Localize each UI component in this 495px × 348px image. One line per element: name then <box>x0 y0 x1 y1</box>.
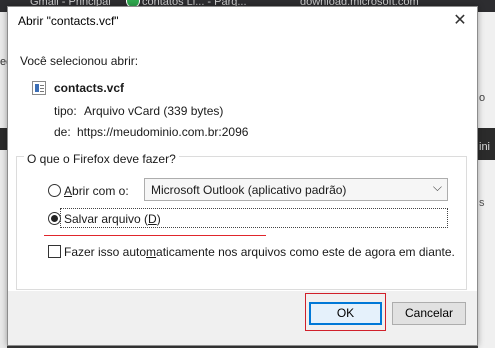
chevron-down-icon: ⌵ <box>432 180 442 194</box>
dialog-titlebar[interactable]: Abrir "contacts.vcf" ✕ <box>8 7 477 35</box>
cancel-button[interactable]: Cancelar <box>392 302 466 325</box>
red-annotation-underline <box>44 235 266 236</box>
from-label: de: <box>54 125 71 139</box>
application-select-value: Microsoft Outlook (aplicativo padrão) <box>151 183 347 197</box>
remember-after: aticamente nos arquivos como este de ago… <box>156 245 455 259</box>
save-file-suffix: ) <box>156 212 161 226</box>
background-right-text-1: o <box>479 92 486 104</box>
background-right-text-2: ini <box>479 141 491 153</box>
open-with-accel: A <box>64 184 73 198</box>
save-file-text: Salvar arquivo ( <box>64 212 149 226</box>
background-left-dark-band <box>0 128 7 150</box>
save-file-accel: D <box>148 212 157 226</box>
background-right-edge <box>478 12 495 348</box>
remember-choice-checkbox[interactable] <box>48 245 61 258</box>
open-with-label-rest: brir com o: <box>72 184 129 198</box>
save-file-label[interactable]: Salvar arquivo (D) <box>64 212 161 226</box>
close-button[interactable]: ✕ <box>443 7 477 35</box>
open-with-label[interactable]: Abrir com o: <box>64 184 129 198</box>
ok-button[interactable]: OK <box>309 302 382 325</box>
remember-before: Fazer isso auto <box>64 245 147 259</box>
action-group-title: O que o Firefox deve fazer? <box>24 152 179 166</box>
background-right-text-3: s <box>479 197 485 209</box>
vcard-file-icon <box>32 81 46 95</box>
selection-intro: Você selecionou abrir: <box>20 54 139 68</box>
open-with-radio[interactable] <box>48 184 61 197</box>
type-label: tipo: <box>54 104 77 118</box>
application-select[interactable]: Microsoft Outlook (aplicativo padrão) ⌵ <box>144 178 448 201</box>
file-name: contacts.vcf <box>54 81 125 95</box>
dialog-title: Abrir "contacts.vcf" <box>18 14 119 28</box>
remember-choice-label[interactable]: Fazer isso automaticamente nos arquivos … <box>64 245 455 259</box>
open-file-dialog: Abrir "contacts.vcf" ✕ Você selecionou a… <box>7 6 478 346</box>
remember-accel: m <box>146 245 157 259</box>
from-value: https://meudominio.com.br:2096 <box>77 125 249 139</box>
type-value: Arquivo vCard (339 bytes) <box>84 104 224 118</box>
close-icon: ✕ <box>453 12 467 29</box>
